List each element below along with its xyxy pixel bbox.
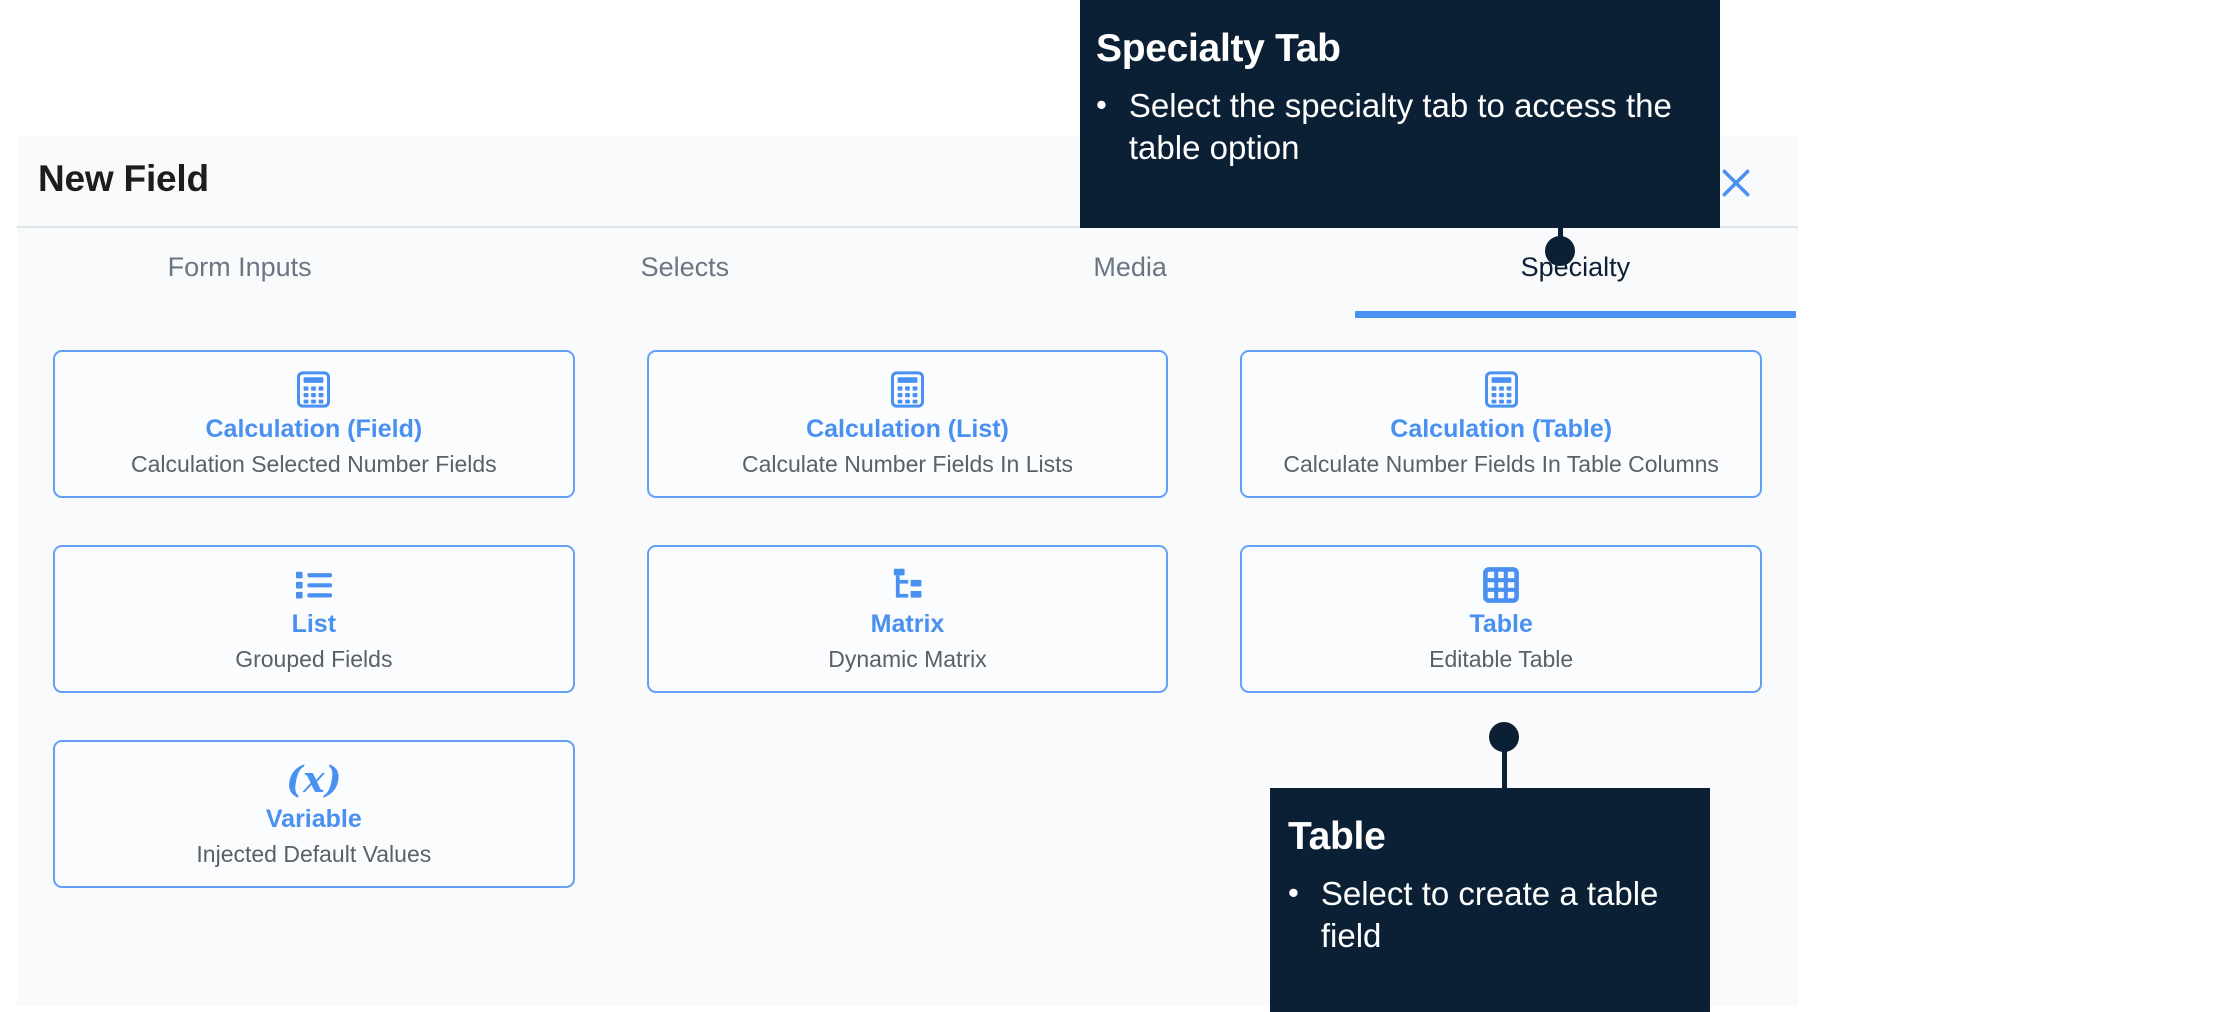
card-description: Dynamic Matrix	[828, 646, 986, 673]
card-description: Editable Table	[1429, 646, 1573, 673]
card-description: Calculate Number Fields In Table Columns	[1283, 451, 1719, 478]
card-description: Grouped Fields	[235, 646, 392, 673]
coachmark-bullet: • Select the specialty tab to access the…	[1096, 85, 1688, 169]
card-title: Calculation (Table)	[1390, 415, 1612, 444]
screen: New Field Form Inputs Selects Media	[0, 0, 2222, 1012]
bulleted-list-icon	[296, 566, 332, 604]
card-calculation-list[interactable]: Calculation (List) Calculate Number Fiel…	[647, 350, 1169, 498]
coachmark-bullet-text: Select to create a table field	[1321, 873, 1686, 957]
coachmark-bullet: • Select to create a table field	[1288, 873, 1686, 957]
calculator-icon	[297, 371, 330, 409]
grid-placeholder	[647, 740, 1169, 888]
coachmark-table: Table • Select to create a table field	[1270, 788, 1710, 1012]
tab-label: Form Inputs	[168, 252, 312, 283]
card-title: Calculation (Field)	[205, 415, 422, 444]
bullet-marker-icon: •	[1288, 873, 1299, 957]
card-title: Variable	[266, 805, 362, 834]
card-calculation-field[interactable]: Calculation (Field) Calculation Selected…	[53, 350, 575, 498]
coachmark-specialty-tab: Specialty Tab • Select the specialty tab…	[1080, 0, 1720, 228]
card-calculation-table[interactable]: Calculation (Table) Calculate Number Fie…	[1240, 350, 1762, 498]
tab-form-inputs[interactable]: Form Inputs	[17, 228, 462, 318]
tab-label: Media	[1093, 252, 1167, 283]
card-description: Injected Default Values	[196, 841, 431, 868]
bullet-marker-icon: •	[1096, 85, 1107, 169]
card-description: Calculation Selected Number Fields	[131, 451, 497, 478]
close-icon	[1716, 163, 1756, 203]
calculator-icon	[1485, 371, 1518, 409]
card-variable[interactable]: (x) Variable Injected Default Values	[53, 740, 575, 888]
tab-label: Specialty	[1521, 252, 1631, 283]
card-list[interactable]: List Grouped Fields	[53, 545, 575, 693]
sitemap-icon	[889, 566, 925, 604]
tooltip-anchor-dot	[1545, 236, 1575, 266]
coachmark-bullet-text: Select the specialty tab to access the t…	[1129, 85, 1688, 169]
variable-glyph: (x)	[286, 762, 342, 798]
calculator-icon	[891, 371, 924, 409]
card-title: Matrix	[871, 610, 945, 639]
tab-selects[interactable]: Selects	[462, 228, 907, 318]
coachmark-title: Specialty Tab	[1096, 28, 1688, 71]
card-description: Calculate Number Fields In Lists	[742, 451, 1073, 478]
tab-media[interactable]: Media	[908, 228, 1353, 318]
card-table[interactable]: Table Editable Table	[1240, 545, 1762, 693]
tab-specialty[interactable]: Specialty	[1353, 228, 1798, 318]
grid-table-icon	[1483, 566, 1519, 604]
variable-icon: (x)	[286, 761, 342, 799]
tab-bar: Form Inputs Selects Media Specialty	[17, 228, 1798, 318]
tab-label: Selects	[641, 252, 730, 283]
card-matrix[interactable]: Matrix Dynamic Matrix	[647, 545, 1169, 693]
card-title: Calculation (List)	[806, 415, 1009, 444]
coachmark-title: Table	[1288, 816, 1686, 859]
tooltip-anchor-dot	[1489, 722, 1519, 752]
active-tab-indicator	[1355, 311, 1796, 318]
card-title: Table	[1469, 610, 1532, 639]
page-title: New Field	[38, 158, 209, 200]
card-title: List	[292, 610, 336, 639]
